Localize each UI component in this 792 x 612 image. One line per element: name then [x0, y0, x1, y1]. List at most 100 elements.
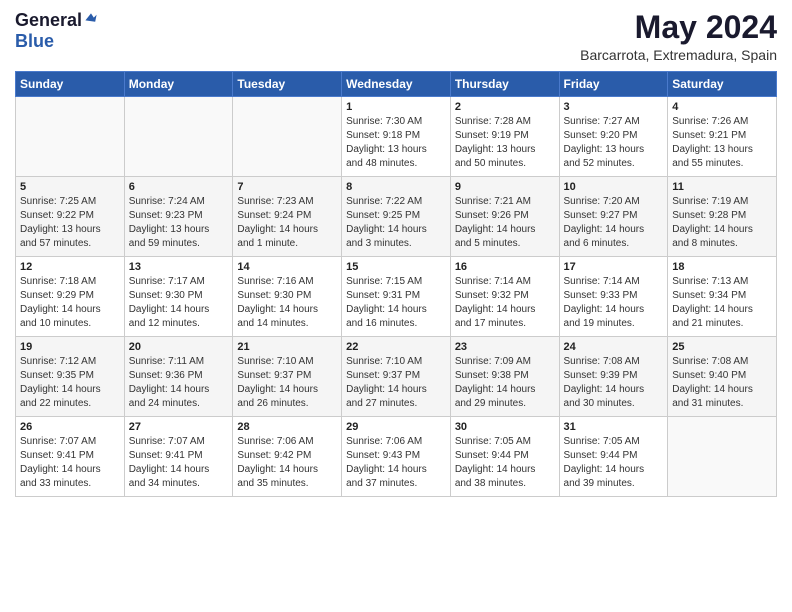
table-row: 31 Sunrise: 7:05 AM Sunset: 9:44 PM Dayli…: [559, 417, 668, 497]
day-content: Sunrise: 7:14 AM Sunset: 9:32 PM Dayligh…: [455, 275, 555, 331]
day-content: Sunrise: 7:20 AM Sunset: 9:27 PM Dayligh…: [564, 195, 664, 251]
calendar-week-row: 26 Sunrise: 7:07 AM Sunset: 9:41 PM Dayli…: [16, 417, 777, 497]
day-number: 8: [346, 181, 446, 193]
table-row: [124, 97, 233, 177]
table-row: 15 Sunrise: 7:15 AM Sunset: 9:31 PM Dayli…: [342, 257, 451, 337]
table-row: 18 Sunrise: 7:13 AM Sunset: 9:34 PM Dayli…: [668, 257, 777, 337]
table-row: 26 Sunrise: 7:07 AM Sunset: 9:41 PM Dayli…: [16, 417, 125, 497]
day-number: 15: [346, 261, 446, 273]
day-number: 2: [455, 101, 555, 113]
table-row: 4 Sunrise: 7:26 AM Sunset: 9:21 PM Daylig…: [668, 97, 777, 177]
header-monday: Monday: [124, 72, 233, 97]
day-content: Sunrise: 7:16 AM Sunset: 9:30 PM Dayligh…: [237, 275, 337, 331]
day-number: 3: [564, 101, 664, 113]
header-thursday: Thursday: [450, 72, 559, 97]
day-number: 9: [455, 181, 555, 193]
table-row: 8 Sunrise: 7:22 AM Sunset: 9:25 PM Daylig…: [342, 177, 451, 257]
table-row: 19 Sunrise: 7:12 AM Sunset: 9:35 PM Dayli…: [16, 337, 125, 417]
day-content: Sunrise: 7:06 AM Sunset: 9:42 PM Dayligh…: [237, 435, 337, 491]
day-content: Sunrise: 7:09 AM Sunset: 9:38 PM Dayligh…: [455, 355, 555, 411]
day-content: Sunrise: 7:08 AM Sunset: 9:40 PM Dayligh…: [672, 355, 772, 411]
table-row: 16 Sunrise: 7:14 AM Sunset: 9:32 PM Dayli…: [450, 257, 559, 337]
month-title: May 2024: [580, 10, 777, 45]
day-content: Sunrise: 7:15 AM Sunset: 9:31 PM Dayligh…: [346, 275, 446, 331]
day-number: 17: [564, 261, 664, 273]
header-saturday: Saturday: [668, 72, 777, 97]
table-row: 29Sunrise: 7:06 AM Sunset: 9:43 PM Dayli…: [342, 417, 451, 497]
header: General Blue May 2024 Barcarrota, Extrem…: [15, 10, 777, 63]
day-content: Sunrise: 7:28 AM Sunset: 9:19 PM Dayligh…: [455, 115, 555, 171]
day-content: Sunrise: 7:13 AM Sunset: 9:34 PM Dayligh…: [672, 275, 772, 331]
table-row: 5 Sunrise: 7:25 AM Sunset: 9:22 PM Daylig…: [16, 177, 125, 257]
day-number: 21: [237, 341, 337, 353]
day-number: 23: [455, 341, 555, 353]
header-wednesday: Wednesday: [342, 72, 451, 97]
header-friday: Friday: [559, 72, 668, 97]
day-content: Sunrise: 7:30 AM Sunset: 9:18 PM Dayligh…: [346, 115, 446, 171]
table-row: 2 Sunrise: 7:28 AM Sunset: 9:19 PM Daylig…: [450, 97, 559, 177]
day-number: 12: [20, 261, 120, 273]
page: General Blue May 2024 Barcarrota, Extrem…: [0, 0, 792, 507]
day-content: Sunrise: 7:21 AM Sunset: 9:26 PM Dayligh…: [455, 195, 555, 251]
table-row: 17 Sunrise: 7:14 AM Sunset: 9:33 PM Dayli…: [559, 257, 668, 337]
day-content: Sunrise: 7:11 AM Sunset: 9:36 PM Dayligh…: [129, 355, 229, 411]
day-number: 31: [564, 421, 664, 433]
title-block: May 2024 Barcarrota, Extremadura, Spain: [580, 10, 777, 63]
calendar-week-row: 5 Sunrise: 7:25 AM Sunset: 9:22 PM Daylig…: [16, 177, 777, 257]
table-row: 3Sunrise: 7:27 AM Sunset: 9:20 PM Daylig…: [559, 97, 668, 177]
location-title: Barcarrota, Extremadura, Spain: [580, 47, 777, 63]
table-row: [16, 97, 125, 177]
day-number: 11: [672, 181, 772, 193]
day-content: Sunrise: 7:25 AM Sunset: 9:22 PM Dayligh…: [20, 195, 120, 251]
logo: General Blue: [15, 10, 98, 52]
day-content: Sunrise: 7:12 AM Sunset: 9:35 PM Dayligh…: [20, 355, 120, 411]
table-row: 27Sunrise: 7:07 AM Sunset: 9:41 PM Dayli…: [124, 417, 233, 497]
day-number: 14: [237, 261, 337, 273]
day-number: 13: [129, 261, 229, 273]
table-row: 6Sunrise: 7:24 AM Sunset: 9:23 PM Daylig…: [124, 177, 233, 257]
day-content: Sunrise: 7:22 AM Sunset: 9:25 PM Dayligh…: [346, 195, 446, 251]
day-content: Sunrise: 7:07 AM Sunset: 9:41 PM Dayligh…: [129, 435, 229, 491]
table-row: 25 Sunrise: 7:08 AM Sunset: 9:40 PM Dayli…: [668, 337, 777, 417]
table-row: 7Sunrise: 7:23 AM Sunset: 9:24 PM Daylig…: [233, 177, 342, 257]
day-content: Sunrise: 7:19 AM Sunset: 9:28 PM Dayligh…: [672, 195, 772, 251]
table-row: 9 Sunrise: 7:21 AM Sunset: 9:26 PM Daylig…: [450, 177, 559, 257]
logo-bird-icon: [84, 12, 98, 26]
table-row: 13 Sunrise: 7:17 AM Sunset: 9:30 PM Dayli…: [124, 257, 233, 337]
table-row: 21 Sunrise: 7:10 AM Sunset: 9:37 PM Dayli…: [233, 337, 342, 417]
header-tuesday: Tuesday: [233, 72, 342, 97]
day-content: Sunrise: 7:05 AM Sunset: 9:44 PM Dayligh…: [564, 435, 664, 491]
table-row: [233, 97, 342, 177]
day-number: 29: [346, 421, 446, 433]
day-number: 10: [564, 181, 664, 193]
day-number: 19: [20, 341, 120, 353]
table-row: 1Sunrise: 7:30 AM Sunset: 9:18 PM Daylig…: [342, 97, 451, 177]
day-number: 26: [20, 421, 120, 433]
day-content: Sunrise: 7:17 AM Sunset: 9:30 PM Dayligh…: [129, 275, 229, 331]
table-row: 12 Sunrise: 7:18 AM Sunset: 9:29 PM Dayli…: [16, 257, 125, 337]
day-content: Sunrise: 7:23 AM Sunset: 9:24 PM Dayligh…: [237, 195, 337, 251]
day-number: 18: [672, 261, 772, 273]
table-row: 14 Sunrise: 7:16 AM Sunset: 9:30 PM Dayli…: [233, 257, 342, 337]
day-content: Sunrise: 7:08 AM Sunset: 9:39 PM Dayligh…: [564, 355, 664, 411]
table-row: 23 Sunrise: 7:09 AM Sunset: 9:38 PM Dayli…: [450, 337, 559, 417]
day-number: 24: [564, 341, 664, 353]
day-content: Sunrise: 7:14 AM Sunset: 9:33 PM Dayligh…: [564, 275, 664, 331]
day-content: Sunrise: 7:07 AM Sunset: 9:41 PM Dayligh…: [20, 435, 120, 491]
day-content: Sunrise: 7:18 AM Sunset: 9:29 PM Dayligh…: [20, 275, 120, 331]
day-content: Sunrise: 7:10 AM Sunset: 9:37 PM Dayligh…: [237, 355, 337, 411]
calendar-week-row: 12 Sunrise: 7:18 AM Sunset: 9:29 PM Dayli…: [16, 257, 777, 337]
day-content: Sunrise: 7:26 AM Sunset: 9:21 PM Dayligh…: [672, 115, 772, 171]
logo-blue-text: Blue: [15, 31, 54, 52]
table-row: 10 Sunrise: 7:20 AM Sunset: 9:27 PM Dayli…: [559, 177, 668, 257]
day-number: 5: [20, 181, 120, 193]
day-number: 20: [129, 341, 229, 353]
calendar-week-row: 19 Sunrise: 7:12 AM Sunset: 9:35 PM Dayli…: [16, 337, 777, 417]
table-row: 22Sunrise: 7:10 AM Sunset: 9:37 PM Dayli…: [342, 337, 451, 417]
table-row: [668, 417, 777, 497]
table-row: 11 Sunrise: 7:19 AM Sunset: 9:28 PM Dayli…: [668, 177, 777, 257]
table-row: 20 Sunrise: 7:11 AM Sunset: 9:36 PM Dayli…: [124, 337, 233, 417]
day-number: 25: [672, 341, 772, 353]
day-number: 4: [672, 101, 772, 113]
day-number: 16: [455, 261, 555, 273]
